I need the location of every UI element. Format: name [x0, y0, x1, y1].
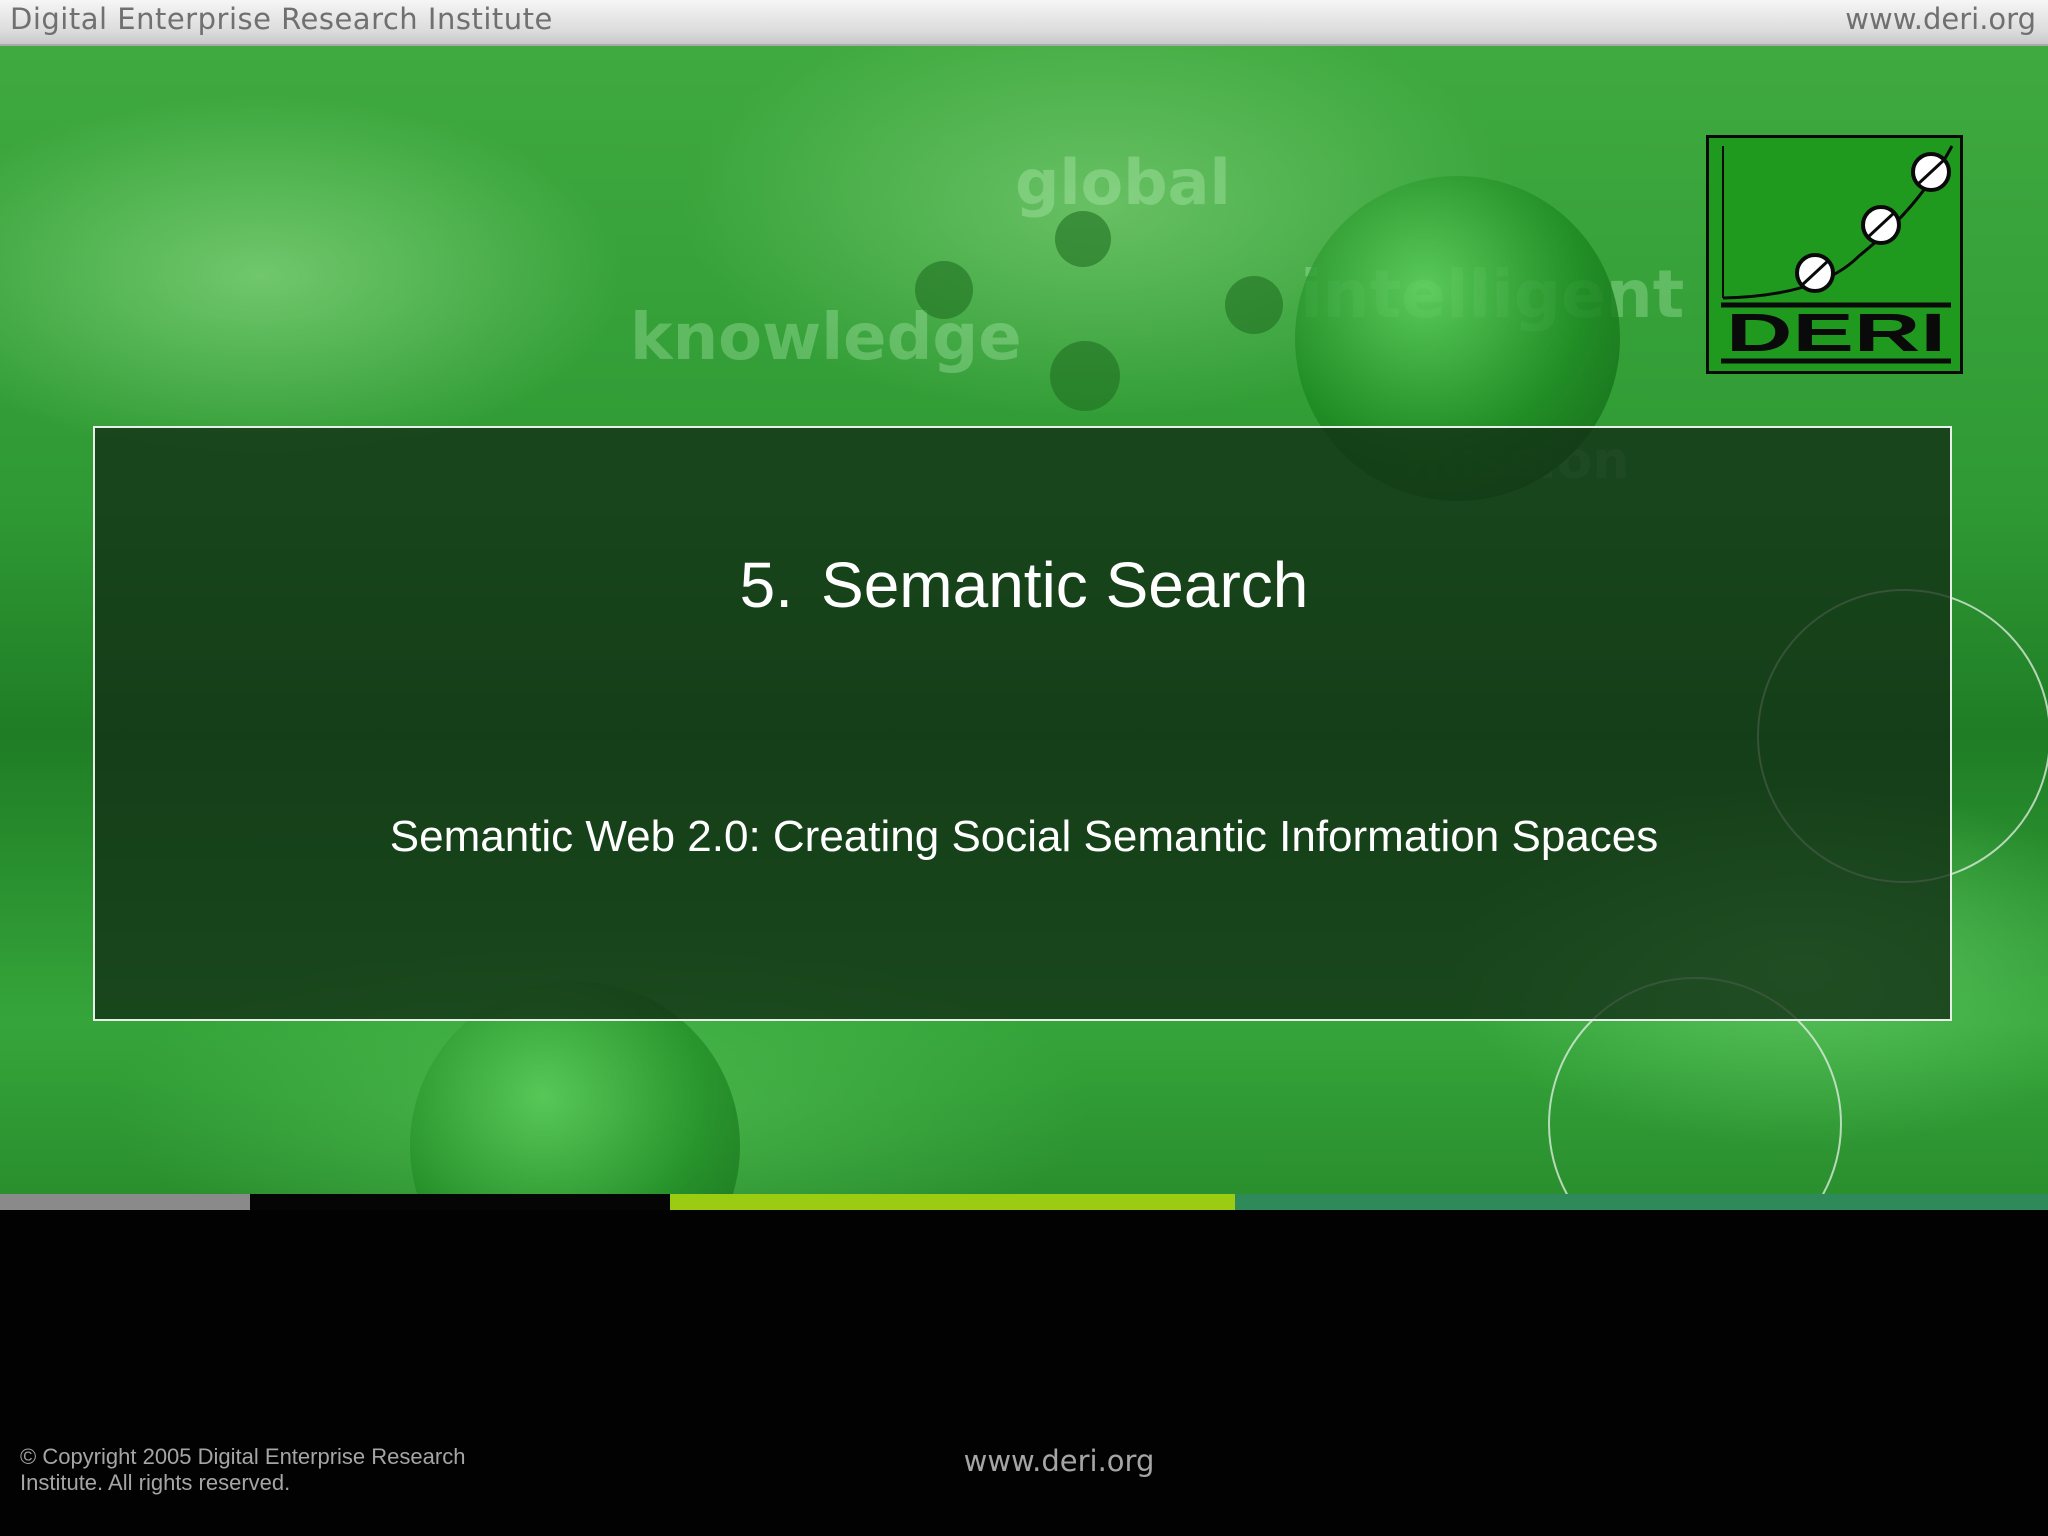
watermark-global: global	[1015, 146, 1231, 219]
slide-number: 5.	[739, 549, 794, 621]
stripe-segment-lime	[670, 1194, 1235, 1210]
molecule-node	[1055, 211, 1111, 267]
molecule-node	[915, 261, 973, 319]
deri-logo-icon: DERI	[1721, 145, 1954, 364]
slide-title: 5. Semantic Search	[0, 548, 2048, 622]
deri-logo-text: DERI	[1726, 303, 1946, 363]
molecule-node	[1225, 276, 1283, 334]
top-header-bar: Digital Enterprise Research Institute ww…	[0, 0, 2048, 46]
footer-url: www.deri.org	[963, 1444, 1155, 1478]
molecule-node	[1050, 341, 1120, 411]
deri-logo: DERI	[1706, 135, 1963, 374]
stripe-segment-teal	[1235, 1194, 2048, 1210]
color-stripe	[0, 1194, 2048, 1210]
institute-name: Digital Enterprise Research Institute	[10, 2, 553, 36]
slide-title-text: Semantic Search	[821, 549, 1309, 621]
stripe-segment-black	[250, 1194, 670, 1210]
header-url: www.deri.org	[1845, 2, 2036, 36]
watermark-knowledge: knowledge	[630, 301, 1022, 375]
slide-subtitle: Semantic Web 2.0: Creating Social Semant…	[389, 812, 1659, 861]
title-panel	[93, 426, 1952, 1021]
stripe-segment-gray	[0, 1194, 250, 1210]
